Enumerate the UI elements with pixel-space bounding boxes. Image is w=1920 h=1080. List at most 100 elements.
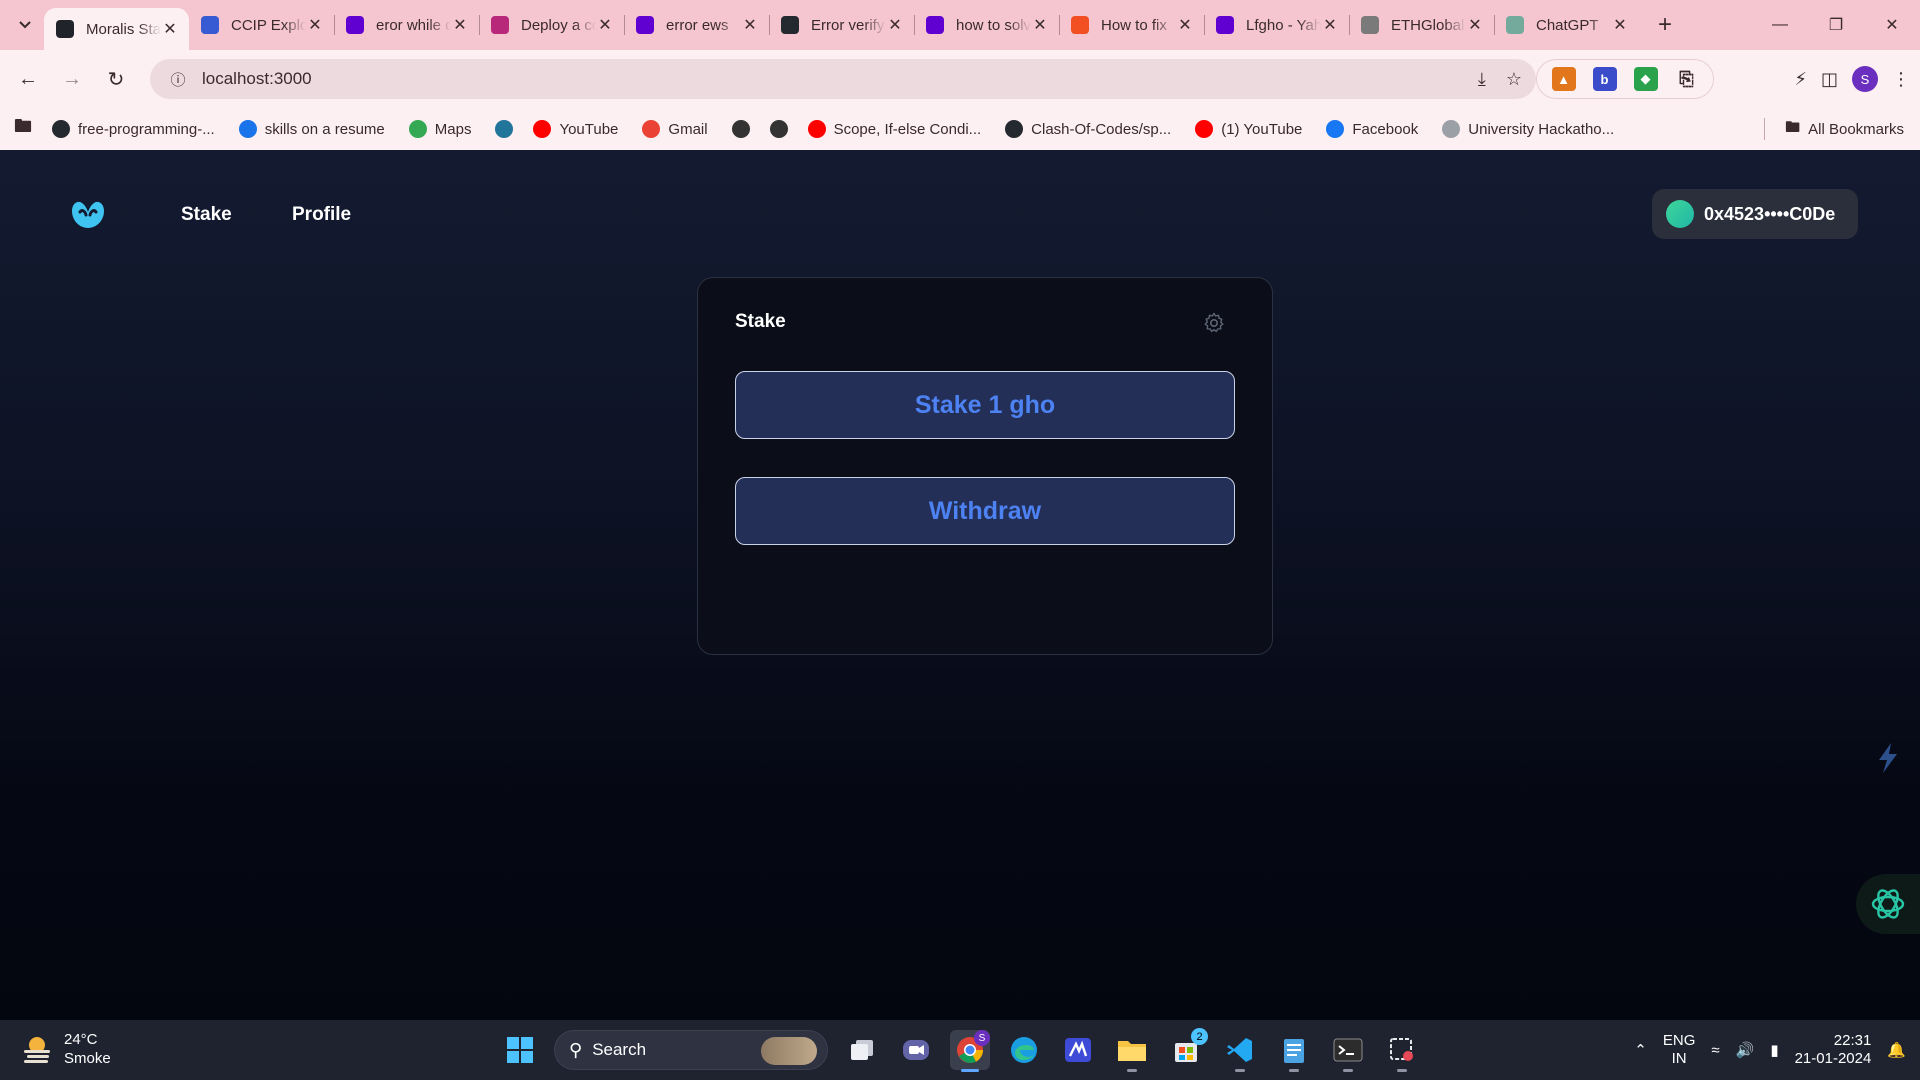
terminal-icon (1333, 1038, 1363, 1062)
gmail-icon (642, 120, 661, 138)
browser-tab[interactable]: error ews ✕ (624, 0, 769, 50)
install-app-icon[interactable]: ⤓ (1478, 69, 1486, 90)
browser-tab[interactable]: Lfgho - Yahoo✕ (1204, 0, 1349, 50)
new-tab-button[interactable]: + (1647, 7, 1683, 43)
bookmark-item[interactable]: Maps (408, 120, 471, 138)
bookmark-item[interactable] (769, 120, 788, 138)
close-tab-icon[interactable]: ✕ (886, 15, 904, 35)
browser-tab[interactable]: How to fix ✕ (1059, 0, 1204, 50)
chrome-app[interactable]: S (950, 1030, 990, 1072)
youtube-icon (533, 120, 552, 138)
forward-button[interactable]: → (50, 57, 94, 101)
maps-icon (408, 120, 427, 138)
close-tab-icon[interactable]: ✕ (596, 15, 614, 35)
bookmark-item[interactable]: skills on a resume (238, 120, 385, 138)
bookmark-item[interactable]: Facebook (1326, 120, 1418, 138)
reload-button[interactable]: ↻ (94, 57, 138, 101)
restore-button[interactable]: ❐ (1808, 0, 1864, 50)
back-button[interactable]: ← (6, 57, 50, 101)
profile-avatar[interactable]: S (1852, 66, 1878, 92)
browser-tab[interactable]: ChatGPT ✕ (1494, 0, 1639, 50)
edge-app[interactable] (1004, 1030, 1044, 1070)
notification-bell-icon[interactable]: 🔔 (1887, 1041, 1906, 1059)
notepad-app[interactable] (1274, 1030, 1314, 1072)
folder-icon[interactable]: 🖿 (14, 114, 32, 144)
extension-green-icon[interactable]: ◆ (1633, 67, 1658, 91)
browser-tab-bar: Moralis Stake✕CCIP Explorer✕eror while d… (0, 0, 1920, 50)
browser-tab[interactable]: Error verifying✕ (769, 0, 914, 50)
minimize-button[interactable]: — (1752, 0, 1808, 50)
close-tab-icon[interactable]: ✕ (306, 15, 324, 35)
vscode-app[interactable] (1220, 1030, 1260, 1072)
bookmarks-bar: 🖿 free-programming-... skills on a resume… (0, 108, 1920, 150)
bookmark-item[interactable]: Gmail (642, 120, 708, 138)
side-panel-icon[interactable]: ◫ (1821, 69, 1838, 90)
wallet-button[interactable]: 0x4523••••C0De (1652, 189, 1858, 239)
close-tab-icon[interactable]: ✕ (1321, 15, 1339, 35)
task-view-icon (851, 1040, 873, 1060)
bookmark-item[interactable]: (1) YouTube (1195, 120, 1302, 138)
extension-b-icon[interactable]: b (1592, 67, 1617, 91)
gear-icon[interactable] (1202, 311, 1226, 335)
taskbar-search[interactable]: ⚲ Search (554, 1030, 828, 1070)
bookmark-item[interactable]: University Hackatho... (1442, 120, 1614, 138)
chevron-up-icon[interactable]: ⌃ (1634, 1041, 1647, 1059)
browser-tab[interactable]: how to solve✕ (914, 0, 1059, 50)
extensions-puzzle-icon[interactable]: ⎘ (1675, 67, 1699, 91)
performance-icon[interactable]: ⚡ (1794, 69, 1807, 90)
close-tab-icon[interactable]: ✕ (1611, 15, 1629, 35)
meet-app[interactable] (896, 1030, 936, 1070)
youtube-icon (1195, 120, 1214, 138)
bookmark-item[interactable]: YouTube (533, 120, 618, 138)
moralis-logo-icon[interactable] (68, 197, 108, 231)
metamask-icon[interactable]: ▲ (1551, 67, 1576, 91)
bookmark-star-icon[interactable]: ☆ (1506, 69, 1522, 90)
bookmark-item[interactable]: Scope, If-else Condi... (807, 120, 981, 138)
withdraw-button[interactable]: Withdraw (735, 477, 1235, 545)
browser-tab[interactable]: Moralis Stake✕ (44, 8, 189, 50)
language-indicator[interactable]: ENG IN (1663, 1032, 1696, 1068)
wifi-icon[interactable]: ≈ (1711, 1042, 1719, 1059)
menu-kebab-icon[interactable]: ⋮ (1892, 69, 1910, 90)
bookmark-list: free-programming-... skills on a resume Ma… (52, 120, 1638, 138)
tab-title: Error verifying (811, 16, 886, 34)
battery-icon[interactable]: ▮ (1770, 1041, 1778, 1059)
site-info-icon[interactable]: ⓘ (160, 69, 196, 90)
close-tab-icon[interactable]: ✕ (1031, 15, 1049, 35)
lightning-extension-icon[interactable] (1856, 728, 1920, 788)
bookmark-item[interactable] (731, 120, 750, 138)
address-bar[interactable]: ⓘ localhost:3000 ⤓ ☆ (150, 59, 1536, 99)
file-explorer-app[interactable] (1112, 1030, 1152, 1072)
task-view-button[interactable] (842, 1030, 882, 1070)
notepad-icon (1284, 1039, 1304, 1063)
terminal-app[interactable] (1328, 1030, 1368, 1072)
browser-tab[interactable]: ETHGlobal ✕ (1349, 0, 1494, 50)
start-button[interactable] (500, 1030, 540, 1070)
snipping-tool-app[interactable] (1382, 1030, 1422, 1072)
url-text[interactable]: localhost:3000 (202, 69, 312, 89)
close-tab-icon[interactable]: ✕ (161, 19, 179, 39)
close-tab-icon[interactable]: ✕ (451, 15, 469, 35)
stake-button[interactable]: Stake 1 gho (735, 371, 1235, 439)
m-app[interactable] (1058, 1030, 1098, 1070)
bookmark-item[interactable] (495, 120, 514, 138)
store-app[interactable]: 2 (1166, 1028, 1208, 1070)
bookmark-item[interactable]: free-programming-... (52, 120, 215, 138)
close-tab-icon[interactable]: ✕ (1466, 15, 1484, 35)
volume-icon[interactable]: 🔊 (1736, 1041, 1755, 1059)
browser-tab[interactable]: CCIP Explorer✕ (189, 0, 334, 50)
chatgpt-sidebar-icon[interactable] (1856, 874, 1920, 934)
tab-search-button[interactable] (10, 10, 40, 40)
nav-profile-link[interactable]: Profile (292, 204, 351, 226)
browser-tab[interactable]: eror while deploying✕ (334, 0, 479, 50)
close-tab-icon[interactable]: ✕ (741, 15, 759, 35)
nav-stake-link[interactable]: Stake (181, 204, 232, 226)
all-bookmarks-button[interactable]: 🖿 All Bookmarks (1764, 108, 1904, 150)
weather-widget[interactable]: 24°C Smoke (20, 1030, 111, 1068)
search-label: Search (592, 1040, 647, 1059)
bookmark-item[interactable]: Clash-Of-Codes/sp... (1005, 120, 1171, 138)
close-tab-icon[interactable]: ✕ (1176, 15, 1194, 35)
browser-tab[interactable]: Deploy a contract✕ (479, 0, 624, 50)
close-window-button[interactable]: ✕ (1864, 0, 1920, 50)
clock[interactable]: 22:31 21-01-2024 (1795, 1032, 1872, 1068)
